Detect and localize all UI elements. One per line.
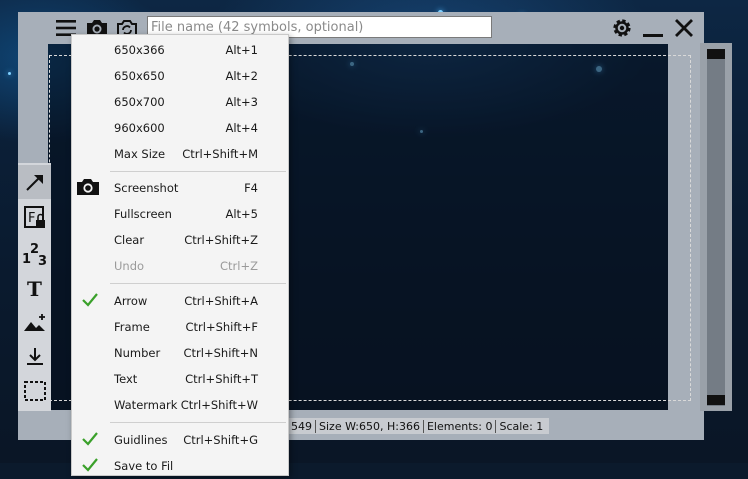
text-tool-icon[interactable]: T	[18, 271, 51, 305]
svg-text:T: T	[27, 277, 42, 299]
gear-icon[interactable]	[610, 16, 634, 40]
camera-icon	[75, 176, 101, 201]
menu-item-650x366[interactable]: 650x366 Alt+1	[72, 37, 288, 63]
status-elements: Elements: 0	[426, 419, 493, 433]
status-position: 549	[291, 419, 312, 433]
menu-item-label: Guidlines	[114, 433, 168, 447]
menu-item-label: 650x366	[114, 43, 165, 57]
checkmark-icon	[81, 431, 99, 447]
menu-item-shortcut: Alt+1	[225, 43, 258, 57]
status-bar: 549 Size W:650, H:366 Elements: 0 Scale:…	[285, 418, 550, 434]
light-dot	[8, 72, 11, 75]
menu-item-clear[interactable]: Clear Ctrl+Shift+Z	[72, 227, 288, 253]
menu-item-shortcut: Ctrl+Shift+A	[184, 294, 258, 308]
close-icon[interactable]	[672, 16, 696, 40]
menu-item-shortcut: Alt+2	[225, 69, 258, 83]
menu-item-watermark[interactable]: Watermark Ctrl+Shift+W	[72, 392, 288, 418]
menu-item-960x600[interactable]: 960x600 Alt+4	[72, 115, 288, 141]
menu-item-guidlines[interactable]: Guidlines Ctrl+Shift+G	[72, 427, 288, 453]
scroll-handle-top[interactable]	[707, 49, 725, 59]
save-tool-icon[interactable]	[18, 339, 51, 373]
menu-item-label: 650x700	[114, 95, 165, 109]
status-scale: Scale: 1	[499, 419, 544, 433]
menu-item-shortcut: Alt+4	[225, 121, 258, 135]
menu-item-650x700[interactable]: 650x700 Alt+3	[72, 89, 288, 115]
menu-item-shortcut: Ctrl+Shift+W	[180, 398, 258, 412]
menu-item-shortcut: Ctrl+Shift+F	[185, 320, 259, 334]
watermark-tool-icon[interactable]	[18, 305, 51, 339]
menu-item-label: Undo	[114, 259, 145, 273]
select-region-icon[interactable]	[18, 374, 51, 408]
svg-text:3: 3	[38, 254, 47, 267]
frame-tool-icon[interactable]: F	[18, 201, 51, 235]
menu-item-shortcut: Ctrl+Shift+N	[183, 346, 258, 360]
menu-item-label: Fullscreen	[114, 207, 172, 221]
number-tool-icon[interactable]: 123	[18, 236, 51, 270]
menu-item-frame[interactable]: Frame Ctrl+Shift+F	[72, 314, 288, 340]
menu-item-save-to-file[interactable]: Save to Fil	[72, 453, 288, 479]
menu-item-max-size[interactable]: Max Size Ctrl+Shift+M	[72, 141, 288, 167]
menu-item-shortcut: Ctrl+Z	[220, 259, 258, 273]
menu-item-shortcut: F4	[244, 181, 258, 195]
tool-strip: F 123 T	[18, 163, 51, 411]
menu-item-number[interactable]: Number Ctrl+Shift+N	[72, 340, 288, 366]
menu-separator	[110, 283, 286, 284]
main-menu: 650x366 Alt+1 650x650 Alt+2 650x700 Alt+…	[71, 34, 289, 476]
menu-item-shortcut: Ctrl+Shift+T	[185, 372, 258, 386]
menu-item-label: Frame	[114, 320, 150, 334]
menu-item-label: Screenshot	[114, 181, 179, 195]
menu-item-screenshot[interactable]: Screenshot F4	[72, 175, 288, 201]
menu-item-undo[interactable]: Undo Ctrl+Z	[72, 253, 288, 279]
menu-item-shortcut: Ctrl+Shift+G	[183, 433, 258, 447]
menu-item-label: Max Size	[114, 147, 166, 161]
menu-item-label: Watermark	[114, 398, 178, 412]
minimize-icon[interactable]	[641, 16, 665, 40]
menu-item-label: Text	[114, 372, 138, 386]
menu-item-text[interactable]: Text Ctrl+Shift+T	[72, 366, 288, 392]
scroll-handle-bottom[interactable]	[707, 395, 725, 405]
menu-item-650x650[interactable]: 650x650 Alt+2	[72, 63, 288, 89]
menu-separator	[110, 422, 286, 423]
menu-item-label: 650x650	[114, 69, 165, 83]
menu-item-arrow[interactable]: Arrow Ctrl+Shift+A	[72, 288, 288, 314]
checkmark-icon	[81, 292, 99, 308]
menu-item-label: Arrow	[114, 294, 148, 308]
menu-item-shortcut: Ctrl+Shift+Z	[184, 233, 258, 247]
menu-item-label: Save to Fil	[114, 459, 174, 473]
menu-item-label: 960x600	[114, 121, 165, 135]
menu-item-label: Clear	[114, 233, 145, 247]
svg-text:F: F	[28, 211, 35, 226]
menu-item-fullscreen[interactable]: Fullscreen Alt+5	[72, 201, 288, 227]
menu-item-shortcut: Ctrl+Shift+M	[182, 147, 258, 161]
scroll-track[interactable]	[707, 54, 725, 406]
menu-separator	[110, 171, 286, 172]
menu-item-shortcut: Alt+5	[225, 207, 258, 221]
menu-item-shortcut: Alt+3	[225, 95, 258, 109]
status-size: Size W:650, H:366	[319, 419, 420, 433]
menu-item-label: Number	[114, 346, 161, 360]
arrow-tool-icon[interactable]	[18, 165, 51, 199]
checkmark-icon	[81, 457, 99, 473]
